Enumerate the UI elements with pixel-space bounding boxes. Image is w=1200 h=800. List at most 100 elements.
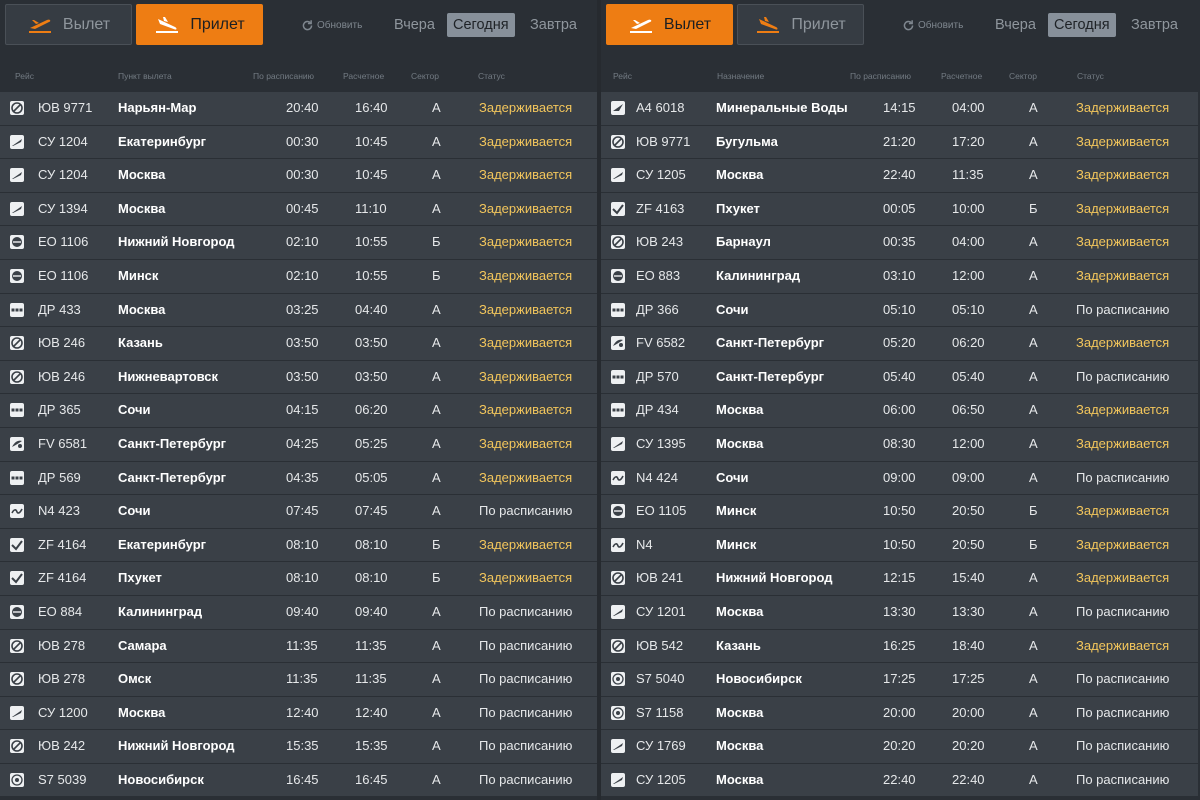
flight-number: ЮВ 242 bbox=[38, 738, 86, 754]
flight-row[interactable]: FV 6581 Санкт-Петербург 04:25 05:25 А Задержи… bbox=[0, 427, 597, 461]
flight-row[interactable]: N4 423 Сочи 07:45 07:45 А По расписанию bbox=[0, 495, 597, 528]
flight-number: СУ 1769 bbox=[636, 738, 686, 754]
day-today[interactable]: Сегодня bbox=[447, 13, 515, 37]
sector: А bbox=[432, 671, 441, 687]
day-yesterday[interactable]: Вчера bbox=[388, 13, 441, 37]
flight-row[interactable]: S7 1158 Москва 20:00 20:00 А По расписанию bbox=[601, 696, 1198, 730]
flight-row[interactable]: ДР 570 Санкт-Петербург 05:40 05:40 А По распи… bbox=[601, 360, 1198, 394]
estimated-time: 11:35 bbox=[355, 671, 387, 687]
city-name: Санкт-Петербург bbox=[716, 335, 825, 351]
sector: Б bbox=[1029, 536, 1038, 552]
sector: Б bbox=[432, 267, 441, 283]
zf-logo-icon bbox=[10, 537, 24, 552]
flight-row[interactable]: ЮВ 278 Самара 11:35 11:35 А По расписанию bbox=[0, 629, 597, 663]
day-yesterday[interactable]: Вчера bbox=[989, 13, 1042, 37]
flight-row[interactable]: ЮВ 243 Барнаул 00:35 04:00 А Задерживается bbox=[601, 226, 1198, 259]
sector: Б bbox=[432, 536, 441, 552]
flight-row[interactable]: ЮВ 9771 Нарьян-Мар 20:40 16:40 А Задерживаетс… bbox=[0, 92, 597, 125]
scheduled-time: 11:35 bbox=[286, 671, 318, 687]
dp-logo-icon bbox=[611, 403, 625, 418]
flight-row[interactable]: ДР 433 Москва 03:25 04:40 А Задерживается bbox=[0, 293, 597, 327]
flight-row[interactable]: ЮВ 246 Нижневартовск 03:50 03:50 А Задерживае… bbox=[0, 360, 597, 394]
refresh-button[interactable]: Обновить bbox=[902, 19, 963, 32]
status-text: По расписанию bbox=[1076, 469, 1170, 485]
flight-row[interactable]: ЮВ 246 Казань 03:50 03:50 А Задерживается bbox=[0, 327, 597, 360]
scheduled-time: 04:15 bbox=[286, 402, 319, 418]
flight-row[interactable]: СУ 1205 Москва 22:40 11:35 А Задерживается bbox=[601, 159, 1198, 192]
tab-arrivals[interactable]: Прилет bbox=[136, 4, 263, 45]
city-name: Калининград bbox=[118, 603, 203, 619]
flight-row[interactable]: ZF 4164 Екатеринбург 08:10 08:10 Б Задерживае… bbox=[0, 528, 597, 562]
city-name: Москва bbox=[716, 167, 764, 183]
flight-row[interactable]: СУ 1200 Москва 12:40 12:40 А По расписанию bbox=[0, 696, 597, 730]
sector: А bbox=[432, 603, 441, 619]
flight-row[interactable]: СУ 1394 Москва 00:45 11:10 А Задерживается bbox=[0, 192, 597, 226]
flight-row[interactable]: ЮВ 9771 Бугульма 21:20 17:20 А Задерживается bbox=[601, 125, 1198, 159]
flight-number: СУ 1200 bbox=[38, 704, 88, 720]
flight-row[interactable]: ДР 365 Сочи 04:15 06:20 А Задерживается bbox=[0, 394, 597, 427]
flight-row[interactable]: S7 5040 Новосибирск 17:25 17:25 А По расписан… bbox=[601, 663, 1198, 696]
flight-row[interactable]: ЮВ 241 Нижний Новгород 12:15 15:40 А Задержив… bbox=[601, 562, 1198, 595]
flight-row[interactable]: ЕО 1105 Минск 10:50 20:50 Б Задерживается bbox=[601, 495, 1198, 528]
city-name: Санкт-Петербург bbox=[118, 435, 227, 451]
status-text: Задерживается bbox=[1076, 267, 1170, 283]
su-logo-icon bbox=[10, 168, 24, 183]
flight-row[interactable]: N4 424 Сочи 09:00 09:00 А По расписанию bbox=[601, 461, 1198, 495]
city-name: Омск bbox=[118, 671, 152, 687]
flight-row[interactable]: ДР 434 Москва 06:00 06:50 А Задерживается bbox=[601, 394, 1198, 427]
day-tomorrow[interactable]: Завтра bbox=[524, 13, 583, 37]
flight-row[interactable]: ЮВ 542 Казань 16:25 18:40 А Задерживается bbox=[601, 629, 1198, 663]
day-today[interactable]: Сегодня bbox=[1048, 13, 1116, 37]
flight-row[interactable]: N4 Минск 10:50 20:50 Б Задерживается bbox=[601, 528, 1198, 562]
status-text: По расписанию bbox=[479, 603, 573, 619]
tab-departures[interactable]: Вылет bbox=[5, 4, 132, 45]
col-flight: Рейс bbox=[15, 71, 35, 81]
flight-row[interactable]: S7 5039 Новосибирск 16:45 16:45 А По расписан… bbox=[0, 763, 597, 797]
arrivals-panel: Вылет Прилет Обновить Вчера Сегодня Завт… bbox=[0, 0, 597, 800]
flight-row[interactable]: ЮВ 278 Омск 11:35 11:35 А По расписанию bbox=[0, 663, 597, 696]
scheduled-time: 08:10 bbox=[286, 536, 319, 552]
flight-row[interactable]: ДР 569 Санкт-Петербург 04:35 05:05 А Задержив… bbox=[0, 461, 597, 495]
day-tomorrow[interactable]: Завтра bbox=[1125, 13, 1184, 37]
status-text: Задерживается bbox=[1076, 570, 1170, 586]
flight-row[interactable]: ZF 4164 Пхукет 08:10 08:10 Б Задерживается bbox=[0, 562, 597, 595]
flight-row[interactable]: ЕО 1106 Нижний Новгород 02:10 10:55 Б Задержи… bbox=[0, 226, 597, 259]
flight-row[interactable]: СУ 1204 Москва 00:30 10:45 А Задерживается bbox=[0, 159, 597, 192]
refresh-button[interactable]: Обновить bbox=[301, 19, 362, 32]
sector: А bbox=[432, 167, 441, 183]
tab-departures[interactable]: Вылет bbox=[606, 4, 733, 45]
estimated-time: 12:00 bbox=[952, 435, 985, 451]
estimated-time: 04:40 bbox=[355, 301, 388, 317]
scheduled-time: 03:50 bbox=[286, 335, 319, 351]
city-name: Минск bbox=[716, 536, 757, 552]
flight-row[interactable]: ЮВ 242 Нижний Новгород 15:35 15:35 А По распи… bbox=[0, 730, 597, 763]
yuv-logo-icon bbox=[611, 134, 625, 149]
flight-number: FV 6582 bbox=[636, 335, 686, 351]
flight-row[interactable]: А4 6018 Минеральные Воды 14:15 04:00 А Задерж… bbox=[601, 92, 1198, 125]
tab-arrivals[interactable]: Прилет bbox=[737, 4, 864, 45]
flight-row[interactable]: ZF 4163 Пхукет 00:05 10:00 Б Задерживается bbox=[601, 192, 1198, 226]
status-text: Задерживается bbox=[479, 167, 573, 183]
status-text: Задерживается bbox=[1076, 435, 1170, 451]
scheduled-time: 00:30 bbox=[286, 133, 319, 149]
city-name: Москва bbox=[716, 738, 764, 754]
status-text: Задерживается bbox=[479, 402, 573, 418]
flight-number: ДР 366 bbox=[636, 301, 679, 317]
estimated-time: 05:25 bbox=[355, 435, 388, 451]
flight-row[interactable]: ДР 366 Сочи 05:10 05:10 А По расписанию bbox=[601, 293, 1198, 327]
flight-row[interactable]: ЕО 883 Калининград 03:10 12:00 А Задерживаетс… bbox=[601, 259, 1198, 293]
flight-row[interactable]: СУ 1395 Москва 08:30 12:00 А Задерживается bbox=[601, 427, 1198, 461]
flight-row[interactable]: ЕО 1106 Минск 02:10 10:55 Б Задерживается bbox=[0, 259, 597, 293]
scheduled-time: 08:30 bbox=[883, 435, 916, 451]
flight-row[interactable]: ЕО 884 Калининград 09:40 09:40 А По расписани… bbox=[0, 595, 597, 629]
flight-row[interactable]: СУ 1205 Москва 22:40 22:40 А По расписанию bbox=[601, 763, 1198, 797]
status-text: По расписанию bbox=[1076, 603, 1170, 619]
status-text: Задерживается bbox=[479, 368, 573, 384]
flight-row[interactable]: FV 6582 Санкт-Петербург 05:20 06:20 А Задержи… bbox=[601, 327, 1198, 360]
flight-row[interactable]: СУ 1769 Москва 20:20 20:20 А По расписанию bbox=[601, 730, 1198, 763]
flight-number: N4 bbox=[636, 536, 653, 552]
flight-row[interactable]: СУ 1201 Москва 13:30 13:30 А По расписанию bbox=[601, 595, 1198, 629]
city-name: Минск bbox=[716, 503, 757, 519]
su-logo-icon bbox=[10, 134, 24, 149]
flight-row[interactable]: СУ 1204 Екатеринбург 00:30 10:45 А Задерживае… bbox=[0, 125, 597, 159]
